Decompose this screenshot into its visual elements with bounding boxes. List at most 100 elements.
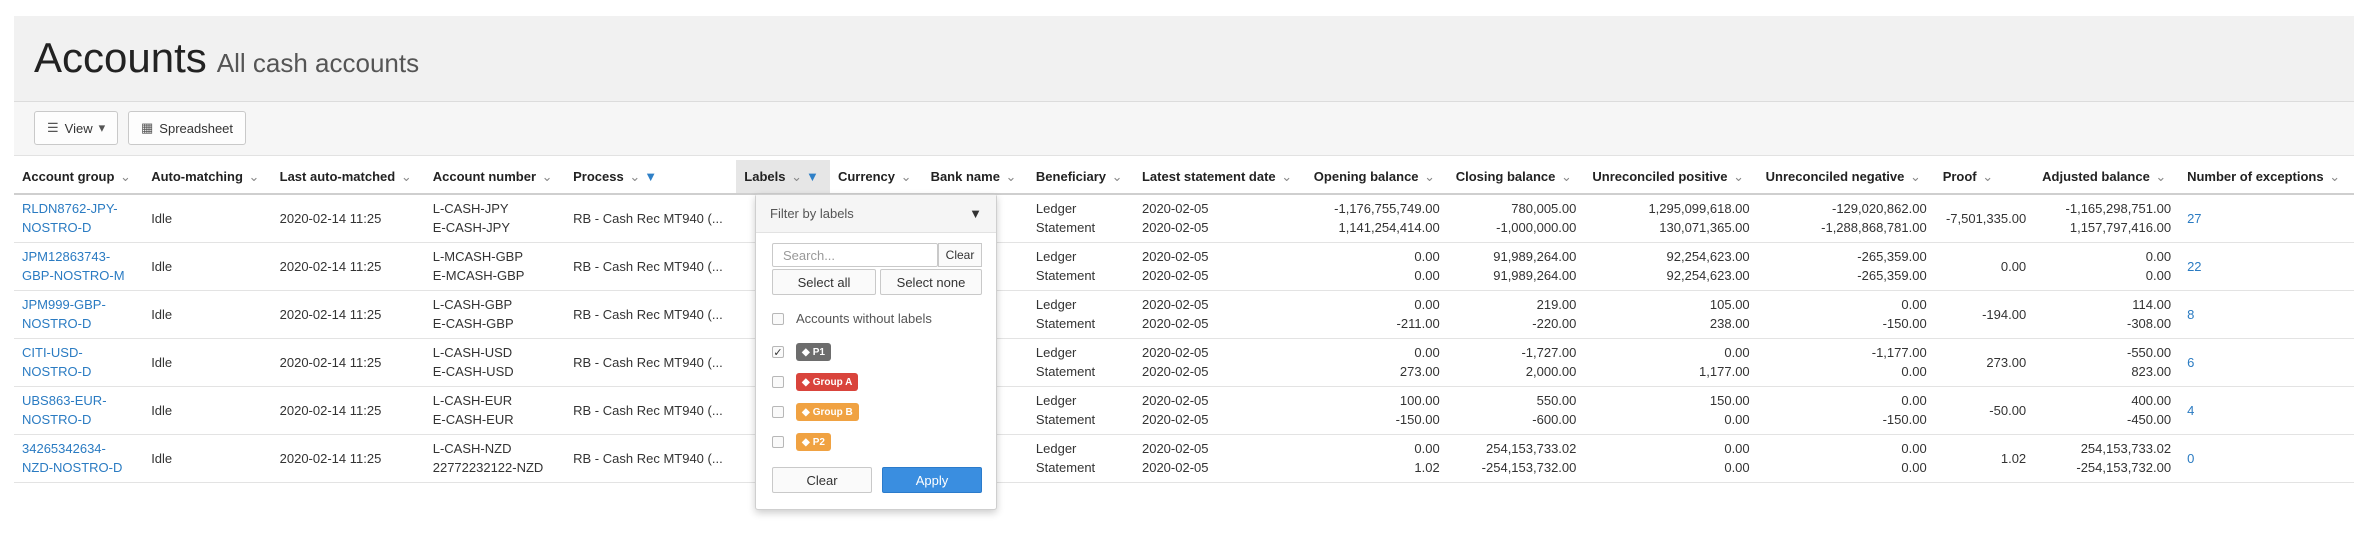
label-option[interactable]: ◆ P2 — [772, 433, 831, 451]
view-button[interactable]: ☰ View ▾ — [34, 111, 119, 145]
table-row[interactable]: UBS863-EUR- NOSTRO-D Idle 2020-02-14 11:25 L… — [14, 386, 2354, 435]
unreconciled-positive-cell: 150.00 0.00 — [1584, 386, 1758, 435]
tag-icon: ◆ — [802, 406, 810, 418]
exceptions-link[interactable]: 22 — [2179, 242, 2354, 291]
col-auto-matching[interactable]: Auto-matching ⌄ — [143, 160, 272, 195]
table-row[interactable]: JPM12863743- GBP-NOSTRO-M Idle 2020-02-14 1… — [14, 242, 2354, 291]
filter-icon[interactable]: ▼ — [806, 169, 819, 184]
process-cell: RB - Cash Rec MT940 (... — [565, 194, 737, 243]
account-group-link[interactable]: JPM999-GBP- NOSTRO-D — [14, 290, 144, 339]
account-number-cell: L-MCASH-GBP E-MCASH-GBP — [424, 242, 566, 291]
page-subtitle: All cash accounts — [216, 48, 420, 78]
account-group-link[interactable]: UBS863-EUR- NOSTRO-D — [14, 386, 144, 435]
label-tag: ◆ Group B — [796, 403, 859, 421]
select-none-button[interactable]: Select none — [880, 269, 982, 295]
account-number-cell: L-CASH-USD E-CASH-USD — [424, 338, 566, 387]
exceptions-link[interactable]: 27 — [2179, 194, 2354, 243]
beneficiary-cell: Ledger Statement — [1027, 290, 1134, 339]
last-auto-matched-cell: 2020-02-14 11:25 — [271, 338, 425, 387]
adjusted-balance-cell: 254,153,733.02 -254,153,732.00 — [2034, 434, 2180, 483]
auto-matching-cell: Idle — [143, 242, 272, 291]
no-labels-text: Accounts without labels — [796, 311, 932, 326]
unreconciled-positive-cell: 1,295,099,618.00 130,071,365.00 — [1584, 194, 1758, 243]
closing-balance-cell: 550.00 -600.00 — [1447, 386, 1585, 435]
beneficiary-cell: Ledger Statement — [1027, 434, 1134, 483]
filter-icon[interactable]: ▼ — [644, 169, 657, 184]
label-search-input[interactable] — [772, 243, 938, 267]
sort-caret-icon: ⌄ — [1001, 168, 1017, 184]
col-adjusted-balance[interactable]: Adjusted balance ⌄ — [2034, 160, 2180, 195]
col-opening-balance[interactable]: Opening balance ⌄ — [1305, 160, 1448, 195]
checkbox[interactable] — [772, 436, 784, 448]
col-currency[interactable]: Currency ⌄ — [829, 160, 923, 195]
closing-balance-cell: 254,153,733.02 -254,153,732.00 — [1447, 434, 1585, 483]
col-latest-statement-date[interactable]: Latest statement date ⌄ — [1133, 160, 1306, 195]
col-unreconciled-positive[interactable]: Unreconciled positive ⌄ — [1584, 160, 1758, 195]
col-number-of-exceptions[interactable]: Number of exceptions ⌄ — [2179, 160, 2354, 195]
closing-balance-cell: 219.00 -220.00 — [1447, 290, 1585, 339]
sort-caret-icon: ⌄ — [2151, 168, 2167, 184]
closing-balance-cell: 780,005.00 -1,000,000.00 — [1447, 194, 1585, 243]
label-tag-text: P2 — [812, 436, 825, 448]
exceptions-link[interactable]: 4 — [2179, 386, 2354, 435]
process-cell: RB - Cash Rec MT940 (... — [565, 242, 737, 291]
account-group-link[interactable]: JPM12863743- GBP-NOSTRO-M — [14, 242, 144, 291]
sort-caret-icon: ⌄ — [1277, 168, 1293, 184]
account-number-cell: L-CASH-NZD 22772232122-NZD — [424, 434, 566, 483]
table-row[interactable]: RLDN8762-JPY- NOSTRO-D Idle 2020-02-14 11:2… — [14, 194, 2354, 243]
col-closing-balance[interactable]: Closing balance ⌄ — [1447, 160, 1585, 195]
beneficiary-cell: Ledger Statement — [1027, 338, 1134, 387]
label-option[interactable]: ◆ Group A — [772, 373, 859, 391]
statement-date-cell: 2020-02-05 2020-02-05 — [1133, 434, 1306, 483]
checkbox[interactable]: ✓ — [772, 346, 784, 359]
auto-matching-cell: Idle — [143, 338, 272, 387]
adjusted-balance-cell: 114.00 -308.00 — [2034, 290, 2180, 339]
filter-icon: ▼ — [969, 206, 982, 221]
statement-date-cell: 2020-02-05 2020-02-05 — [1133, 338, 1306, 387]
col-unreconciled-negative[interactable]: Unreconciled negative ⌄ — [1757, 160, 1935, 195]
account-group-link[interactable]: RLDN8762-JPY- NOSTRO-D — [14, 194, 144, 243]
label-option[interactable]: ✓ ◆ P1 — [772, 343, 831, 361]
adjusted-balance-cell: 400.00 -450.00 — [2034, 386, 2180, 435]
account-number-cell: L-CASH-EUR E-CASH-EUR — [424, 386, 566, 435]
label-tag-text: Group B — [812, 406, 853, 418]
col-bank-name[interactable]: Bank name ⌄ — [922, 160, 1028, 195]
sort-caret-icon: ⌄ — [244, 168, 260, 184]
table-row[interactable]: CITI-USD- NOSTRO-D Idle 2020-02-14 11:25 L-C… — [14, 338, 2354, 387]
label-filter-header: Filter by labels ▼ — [756, 195, 996, 233]
no-labels-option[interactable]: Accounts without labels — [772, 311, 932, 326]
search-clear-button[interactable]: Clear — [938, 243, 982, 267]
adjusted-balance-cell: -550.00 823.00 — [2034, 338, 2180, 387]
exceptions-link[interactable]: 8 — [2179, 290, 2354, 339]
account-number-cell: L-CASH-JPY E-CASH-JPY — [424, 194, 566, 243]
sort-caret-icon: ⌄ — [397, 168, 412, 184]
opening-balance-cell: 100.00 -150.00 — [1305, 386, 1448, 435]
spreadsheet-button[interactable]: ▦ Spreadsheet — [128, 111, 247, 145]
sort-caret-icon: ⌄ — [1729, 168, 1744, 184]
table-row[interactable]: 34265342634- NZD-NOSTRO-D Idle 2020-02-14 1… — [14, 434, 2354, 483]
table-row[interactable]: JPM999-GBP- NOSTRO-D Idle 2020-02-14 11:25 L… — [14, 290, 2354, 339]
col-account-group[interactable]: Account group ⌄ — [14, 160, 144, 195]
checkbox[interactable] — [772, 312, 784, 325]
select-all-button[interactable]: Select all — [772, 269, 876, 295]
col-labels[interactable]: Labels ⌄ ▼ — [736, 160, 830, 195]
exceptions-link[interactable]: 0 — [2179, 434, 2354, 483]
account-group-link[interactable]: 34265342634- NZD-NOSTRO-D — [14, 434, 144, 483]
col-account-number[interactable]: Account number ⌄ — [424, 160, 566, 195]
account-group-link[interactable]: CITI-USD- NOSTRO-D — [14, 338, 144, 387]
unreconciled-negative-cell: 0.00 -150.00 — [1757, 386, 1935, 435]
filter-apply-button[interactable]: Apply — [882, 467, 982, 493]
exceptions-link[interactable]: 6 — [2179, 338, 2354, 387]
checkbox[interactable] — [772, 406, 784, 418]
col-last-auto-matched[interactable]: Last auto-matched ⌄ — [271, 160, 425, 195]
col-beneficiary[interactable]: Beneficiary ⌄ — [1027, 160, 1134, 195]
filter-clear-button[interactable]: Clear — [772, 467, 872, 493]
top-strip — [0, 0, 2366, 16]
col-proof[interactable]: Proof ⌄ — [1934, 160, 2035, 195]
proof-cell: -194.00 — [1934, 290, 2035, 339]
unreconciled-negative-cell: 0.00 0.00 — [1757, 434, 1935, 483]
checkbox[interactable] — [772, 376, 784, 388]
proof-cell: -7,501,335.00 — [1934, 194, 2035, 243]
label-option[interactable]: ◆ Group B — [772, 403, 859, 421]
col-process[interactable]: Process ⌄ ▼ — [565, 160, 737, 195]
